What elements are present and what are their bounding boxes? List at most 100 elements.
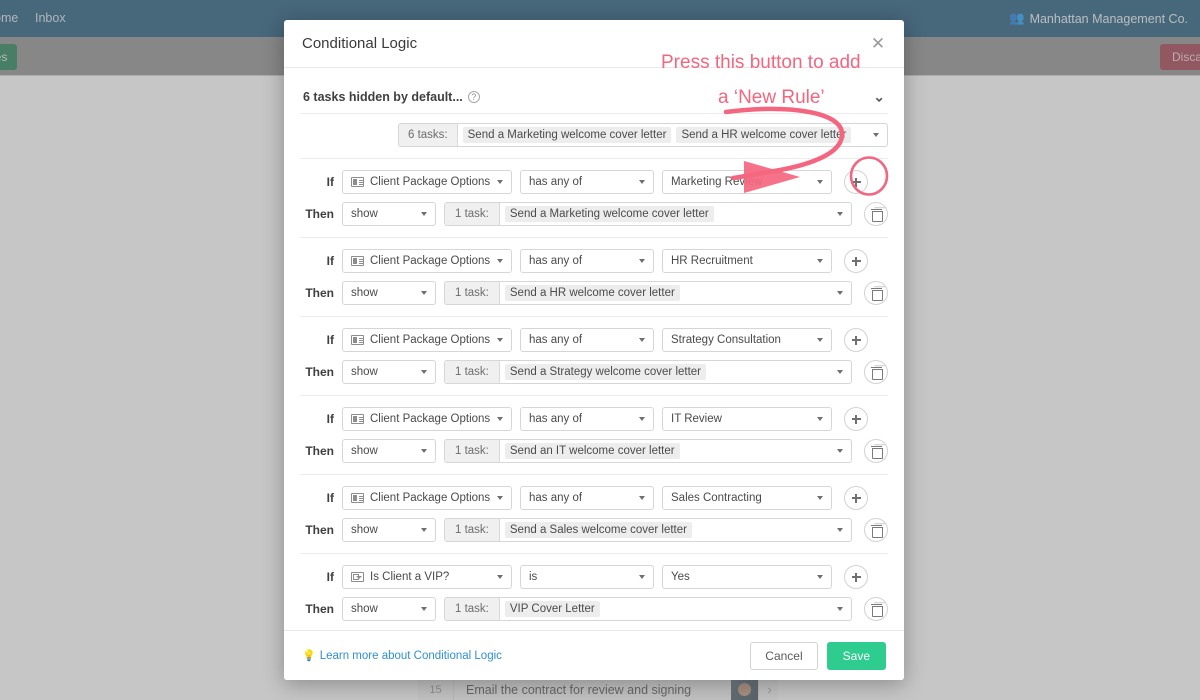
rule-if-line: If Client Package Options has any of HR Rec… [300, 249, 888, 273]
rule-condition-value-select[interactable]: Sales Contracting [662, 486, 832, 510]
chevron-down-icon[interactable]: ⌄ [873, 88, 885, 105]
then-label: Then [305, 523, 334, 537]
rule-action-select[interactable]: show [342, 360, 436, 384]
rule-field-select[interactable]: Is Client a VIP? [342, 565, 512, 589]
rule-condition-value-select[interactable]: Marketing Review [662, 170, 832, 194]
chevron-down-icon [817, 180, 823, 184]
conditional-logic-dialog: Conditional Logic ✕ 6 tasks hidden by de… [284, 20, 904, 680]
rule-operator-select[interactable]: has any of [520, 486, 654, 510]
delete-rule-button[interactable] [864, 360, 888, 384]
hidden-tasks-section-header[interactable]: 6 tasks hidden by default... ? ⌄ [300, 80, 888, 114]
chevron-down-icon [639, 575, 645, 579]
rule-action-select[interactable]: show [342, 281, 436, 305]
rule-operator-select[interactable]: has any of [520, 407, 654, 431]
rule-action-value: show [351, 366, 378, 378]
rule-task-select[interactable]: 1 task: VIP Cover Letter [444, 597, 852, 621]
close-icon[interactable]: ✕ [868, 34, 888, 54]
multi-select-field-icon [351, 335, 364, 345]
rule-task-count: 1 task: [445, 282, 500, 304]
rule-task-select[interactable]: 1 task: Send a Strategy welcome cover let… [444, 360, 852, 384]
add-rule-button[interactable] [844, 407, 868, 431]
rule-action-select[interactable]: show [342, 202, 436, 226]
rule-row: If Client Package Options has any of IT Rev… [300, 396, 888, 475]
help-circle-icon[interactable]: ? [467, 90, 480, 103]
trash-icon [870, 445, 883, 459]
then-label: Then [305, 602, 334, 616]
chevron-down-icon [497, 417, 503, 421]
rule-action-select[interactable]: show [342, 597, 436, 621]
nav-link-inbox[interactable]: Inbox [35, 11, 66, 25]
rule-field-select[interactable]: Client Package Options [342, 249, 512, 273]
rule-field-select[interactable]: Client Package Options [342, 407, 512, 431]
chevron-down-icon [421, 449, 427, 453]
rule-operator-select[interactable]: is [520, 565, 654, 589]
trash-icon [870, 603, 883, 617]
rule-field-value: Client Package Options [370, 334, 491, 346]
chevron-down-icon [497, 259, 503, 263]
rule-task-select[interactable]: 1 task: Send a Sales welcome cover letter [444, 518, 852, 542]
multi-select-field-icon [351, 414, 364, 424]
rule-operator-select[interactable]: has any of [520, 249, 654, 273]
multi-select-field-icon [351, 177, 364, 187]
rule-operator-value: has any of [529, 255, 583, 267]
add-rule-button[interactable] [844, 486, 868, 510]
rule-field-select[interactable]: Client Package Options [342, 486, 512, 510]
rule-condition-value-select[interactable]: HR Recruitment [662, 249, 832, 273]
delete-rule-button[interactable] [864, 518, 888, 542]
rule-operator-select[interactable]: has any of [520, 328, 654, 352]
learn-more-link[interactable]: 💡 Learn more about Conditional Logic [302, 649, 502, 663]
rule-task-select[interactable]: 1 task: Send an IT welcome cover letter [444, 439, 852, 463]
cancel-button[interactable]: Cancel [750, 641, 818, 670]
rule-operator-select[interactable]: has any of [520, 170, 654, 194]
organization-menu[interactable]: 👥 Manhattan Management Co. [1009, 11, 1188, 26]
rule-then-line: Then show 1 task: Send a HR welcome cover l… [300, 281, 888, 305]
avatar [731, 679, 758, 700]
add-rule-button[interactable] [844, 170, 868, 194]
rule-field-select[interactable]: Client Package Options [342, 328, 512, 352]
rule-condition-value-select[interactable]: Strategy Consultation [662, 328, 832, 352]
hidden-tasks-select[interactable]: 6 tasks: Send a Marketing welcome cover … [398, 123, 888, 147]
chevron-right-icon[interactable]: › [758, 679, 780, 700]
rule-action-value: show [351, 208, 378, 220]
rule-action-select[interactable]: show [342, 518, 436, 542]
background-task-row[interactable]: 15 Email the contract for review and sig… [418, 679, 778, 700]
rule-row: If Is Client a VIP? is Yes Then show 1 task: VI… [300, 554, 888, 630]
save-button[interactable]: Save [826, 641, 886, 670]
plus-icon [855, 335, 857, 345]
add-rule-button[interactable] [844, 565, 868, 589]
discard-button[interactable]: Discar [1159, 44, 1200, 70]
trash-icon [870, 287, 883, 301]
learn-more-label: Learn more about Conditional Logic [319, 649, 502, 662]
add-rule-button[interactable] [844, 249, 868, 273]
rule-task-pill: Send a Marketing welcome cover letter [504, 206, 714, 222]
delete-rule-button[interactable] [864, 281, 888, 305]
chevron-down-icon [497, 496, 503, 500]
multi-select-field-icon [351, 493, 364, 503]
rule-action-select[interactable]: show [342, 439, 436, 463]
delete-rule-button[interactable] [864, 439, 888, 463]
rule-condition-value-select[interactable]: Yes [662, 565, 832, 589]
rule-task-count: 1 task: [445, 440, 500, 462]
add-rule-button[interactable] [844, 328, 868, 352]
rule-condition-value-select[interactable]: IT Review [662, 407, 832, 431]
rule-field-select[interactable]: Client Package Options [342, 170, 512, 194]
chevron-down-icon [817, 259, 823, 263]
rule-condition-value: Marketing Review [671, 176, 763, 188]
rule-task-select[interactable]: 1 task: Send a Marketing welcome cover le… [444, 202, 852, 226]
trash-icon [870, 208, 883, 222]
rule-operator-value: is [529, 571, 538, 583]
dialog-header: Conditional Logic ✕ [284, 20, 904, 68]
users-icon: 👥 [1008, 11, 1025, 25]
rule-field-value: Client Package Options [370, 492, 491, 504]
rule-row: If Client Package Options has any of Strate… [300, 317, 888, 396]
delete-rule-button[interactable] [864, 597, 888, 621]
rule-action-value: show [351, 287, 378, 299]
delete-rule-button[interactable] [864, 202, 888, 226]
nav-link-home[interactable]: ome [0, 11, 18, 25]
if-label: If [326, 491, 334, 505]
rule-task-pill: Send an IT welcome cover letter [504, 443, 680, 459]
rule-task-select[interactable]: 1 task: Send a HR welcome cover letter [444, 281, 852, 305]
rule-operator-value: has any of [529, 176, 583, 188]
rule-then-line: Then show 1 task: VIP Cover Letter [300, 597, 888, 621]
save-changes-button[interactable]: ges [0, 44, 18, 70]
